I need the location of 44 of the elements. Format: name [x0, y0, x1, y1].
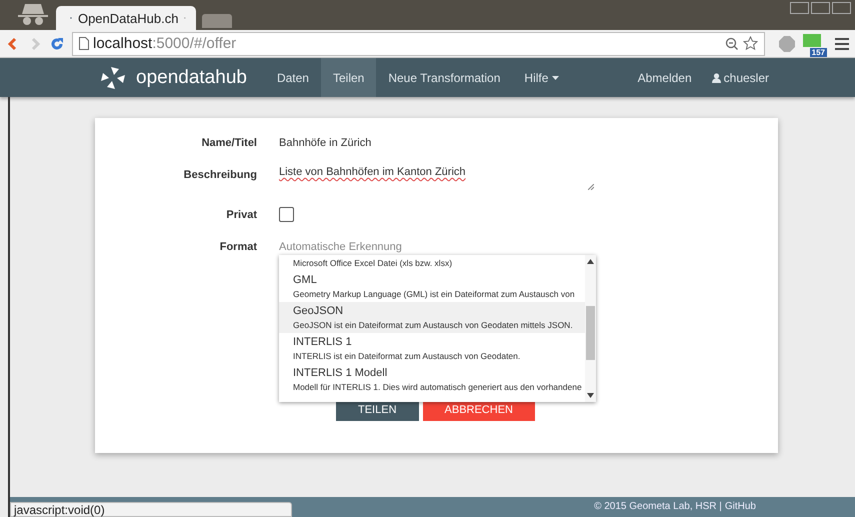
brand-name[interactable]: opendatahub [136, 66, 247, 88]
format-option[interactable]: GML Geometry Markup Language (GML) ist ein Dateiformat zum Austausch von [279, 271, 585, 302]
extension-badge: 157 [810, 48, 827, 57]
maximize-button[interactable] [811, 2, 830, 14]
logo-icon [98, 64, 128, 90]
browser-tab[interactable]: OpenDataHub.ch [56, 6, 196, 30]
github-link[interactable]: GitHub [724, 501, 756, 517]
resize-grip-icon[interactable] [588, 184, 594, 190]
menu-icon[interactable] [835, 38, 849, 50]
format-option[interactable]: INTERLIS 1 INTERLIS ist ein Dateiformat zum Austausch von Geodaten. [279, 333, 585, 364]
format-option[interactable]: GeoJSON GeoJSON ist ein Dateiformat zum Austausch von Geodaten mittels JSON. [279, 302, 585, 333]
format-option[interactable]: INTERLIS 1 Modell Modell für INTERLIS 1. Dies wird automatisch generiert aus den vorhandene [279, 364, 585, 395]
user-link[interactable]: chuesler [712, 70, 769, 84]
scroll-down-icon[interactable] [587, 393, 594, 398]
address-bar[interactable]: localhost:5000/#/offer [72, 32, 765, 56]
private-checkbox[interactable] [279, 207, 294, 222]
caret-icon [552, 76, 560, 80]
adblock-icon[interactable] [779, 36, 795, 52]
name-field[interactable]: Bahnhöfe in Zürich [279, 134, 596, 149]
reload-icon[interactable] [50, 36, 64, 50]
description-field[interactable]: Liste von Bahnhöfen im Kanton Zürich [279, 163, 466, 178]
close-button[interactable] [832, 2, 851, 14]
format-field[interactable]: Automatische Erkennung [279, 238, 596, 253]
logout-link[interactable]: Abmelden [638, 70, 692, 84]
scroll-up-icon[interactable] [587, 259, 594, 264]
field-label: Format [218, 240, 257, 253]
field-label: Name/Titel [200, 136, 257, 149]
status-bubble: javascript:void(0) [10, 502, 292, 517]
page-icon [79, 37, 89, 50]
nav-link[interactable]: Hilfe [512, 58, 572, 97]
user-icon [712, 72, 721, 82]
zoom-out-icon[interactable] [725, 36, 739, 50]
scrollbar-thumb[interactable] [586, 306, 595, 360]
nav-link[interactable]: Teilen [320, 58, 376, 97]
scrollbar[interactable] [585, 255, 596, 402]
nav-link[interactable]: Daten [264, 58, 321, 97]
format-option[interactable]: Microsoft Office Excel Datei (xls bzw. xlsx) [279, 255, 585, 271]
field-label: Privat [225, 208, 257, 221]
copyright-text: © 2015 Geometa Lab, HSR | [594, 501, 722, 514]
minimize-button[interactable] [790, 2, 809, 14]
nav-link[interactable]: Neue Transformation [376, 58, 512, 97]
field-label: Beschreibung [182, 168, 257, 181]
incognito-icon [16, 2, 50, 28]
star-icon[interactable] [743, 36, 758, 51]
